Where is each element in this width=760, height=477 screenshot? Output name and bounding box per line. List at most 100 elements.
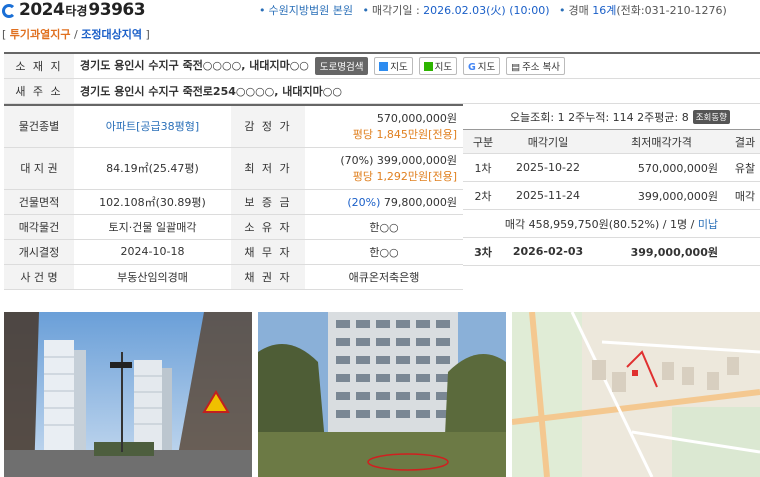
daum-map-button[interactable]: 지도 [374,56,413,75]
case-name-value: 부동산임의경매 [74,264,231,290]
owner-label: 소 유 자 [231,214,305,240]
auction-history-table: 구분 매각기일 최저매각가격 결과 1차 2025-10-22 570,000,… [463,129,760,266]
court-name: 수원지방법원 본원 [268,4,353,17]
history-price: 570,000,000원 [593,153,730,182]
dept-number: 16계 [592,4,617,17]
creditor-value: 애큐온저축은행 [305,264,463,290]
bullet-icon: • [559,4,566,17]
deposit-percent: (20%) [347,195,381,209]
location-label: 소 재 지 [4,53,74,79]
view-trend-button[interactable]: 조회동향 [692,109,730,124]
unpaid-link[interactable]: 미납 [698,218,718,231]
debtor-value: 한○○ [305,239,463,265]
header-info: • 수원지방법원 본원 • 매각기일 : 2026.02.03(火) (10:00)… [253,2,727,18]
bullet-icon: • [259,4,266,17]
land-right-label: 대 지 권 [4,147,74,190]
tag-adjustment-zone[interactable]: 조정대상지역 [81,28,142,41]
deposit-label: 보 증 금 [231,189,305,215]
building-area-label: 건물면적 [4,189,74,215]
creditor-label: 채 권 자 [231,264,305,290]
history-date: 2025-11-24 [503,181,593,210]
history-result: 유찰 [730,153,760,182]
min-price-value: (70%) 399,000,000원 [340,154,457,167]
address-table: 소 재 지 경기도 용인시 수지구 죽전○○○○, 내대지마○○ 도로명검색 지… [4,52,760,104]
history-header-result: 결과 [730,129,760,154]
map-button-label: 지도 [390,61,408,73]
history-date: 2025-10-22 [503,153,593,182]
naver-icon [423,61,433,71]
map-button-label: 지도 [434,61,453,73]
logo-icon [2,4,16,18]
appraisal-label: 감 정 가 [231,105,305,148]
daum-icon [379,61,389,71]
appraisal-per-pyeong: 평당 1,845만원[전용] [352,128,457,142]
deposit-value: 79,800,000원 [380,195,457,209]
sale-result-text: 매각 458,959,750원(80.52%) / 1명 / [504,217,698,231]
road-address-value: 경기도 용인시 수지구 죽전로254○○○○, 내대지마○○ [74,78,760,104]
history-header-date: 매각기일 [503,129,593,154]
tag-separator: / [70,28,82,41]
start-decision-label: 개시결정 [4,239,74,265]
view-stats: 오늘조회: 1 2주누적: 114 2주평균: 8 조회동향 [463,104,760,129]
road-search-button[interactable]: 도로명검색 [314,56,369,75]
start-decision-value: 2024-10-18 [74,239,231,265]
history-round: 3차 [463,237,503,266]
min-price-cell: (70%) 399,000,000원 평당 1,292만원[전용] [305,147,463,190]
history-round: 2차 [463,181,503,210]
property-details: 물건종별 아파트[공급38평형] 감 정 가 570,000,000원 평당 1… [4,104,463,290]
naver-map-button[interactable]: 지도 [418,56,458,75]
appraisal-cell: 570,000,000원 평당 1,845만원[전용] [305,105,463,148]
min-price-per-pyeong: 평당 1,292만원[전용] [352,170,457,183]
location-value: 경기도 용인시 수지구 죽전○○○○, 내대지마○○ [80,58,309,72]
history-result: 매각 [730,181,760,210]
building-area-value: 102.108㎡(30.89평) [74,189,231,215]
tag-bracket: [ [2,28,10,41]
dept-label: 경매 [568,4,593,17]
tag-speculation-zone[interactable]: 투기과열지구 [10,28,71,41]
history-header-price: 최저매각가격 [593,129,730,154]
history-result [730,237,760,266]
history-row: 2차 2025-11-24 399,000,000원 매각 [463,181,760,210]
copy-address-button[interactable]: ▤ 주소 복사 [506,56,566,75]
google-map-button[interactable]: G 지도 [462,56,501,75]
case-header: 2024 타경 93963 • 수원지방법원 본원 • 매각기일 : 2026.02… [0,0,760,22]
item-type-label: 물건종별 [4,105,74,148]
region-tags: [ 투기과열지구 / 조정대상지역 ] [2,26,150,42]
deposit-cell: (20%) 79,800,000원 [305,189,463,215]
sale-date-label: 매각기일 : [371,4,424,17]
history-price: 399,000,000원 [593,237,730,266]
history-date: 2026-02-03 [503,237,593,266]
street-view-photo[interactable] [4,312,252,477]
road-address-label: 새 주 소 [4,78,74,104]
photo-strip [4,312,760,477]
item-type-value[interactable]: 아파트[공급38평형] [74,105,231,148]
location-map[interactable] [512,312,760,477]
view-stats-text: 오늘조회: 1 2주누적: 114 2주평균: 8 [509,110,689,124]
history-round: 1차 [463,153,503,182]
case-type: 타경 [65,3,88,18]
building-photo[interactable] [258,312,506,477]
tag-bracket: ] [141,28,150,41]
appraisal-value: 570,000,000원 [376,112,457,126]
land-right-value: 84.19㎡(25.47평) [74,147,231,190]
case-number: 93963 [88,0,146,20]
copy-button-label: 주소 복사 [522,61,561,73]
sale-result-note: 매각 458,959,750원(80.52%) / 1명 / 미납 [463,209,760,238]
copy-icon: ▤ [511,61,521,73]
owner-value: 한○○ [305,214,463,240]
dept-phone: (전화:031-210-1276) [616,4,727,17]
case-title: 2024 타경 93963 [2,0,146,20]
sale-date: 2026.02.03(火) (10:00) [423,4,550,17]
debtor-label: 채 무 자 [231,239,305,265]
google-icon: G [467,61,476,73]
min-price-label: 최 저 가 [231,147,305,190]
bullet-icon: • [362,4,369,17]
location-row: 경기도 용인시 수지구 죽전○○○○, 내대지마○○ 도로명검색 지도 지도 G… [74,53,760,79]
history-header-round: 구분 [463,129,503,154]
auction-history-panel: 오늘조회: 1 2주누적: 114 2주평균: 8 조회동향 구분 매각기일 최… [463,104,760,266]
sale-item-label: 매각물건 [4,214,74,240]
map-button-label: 지도 [477,61,496,73]
case-year: 2024 [19,0,65,20]
history-row-current: 3차 2026-02-03 399,000,000원 [463,237,760,266]
history-row: 1차 2025-10-22 570,000,000원 유찰 [463,153,760,182]
